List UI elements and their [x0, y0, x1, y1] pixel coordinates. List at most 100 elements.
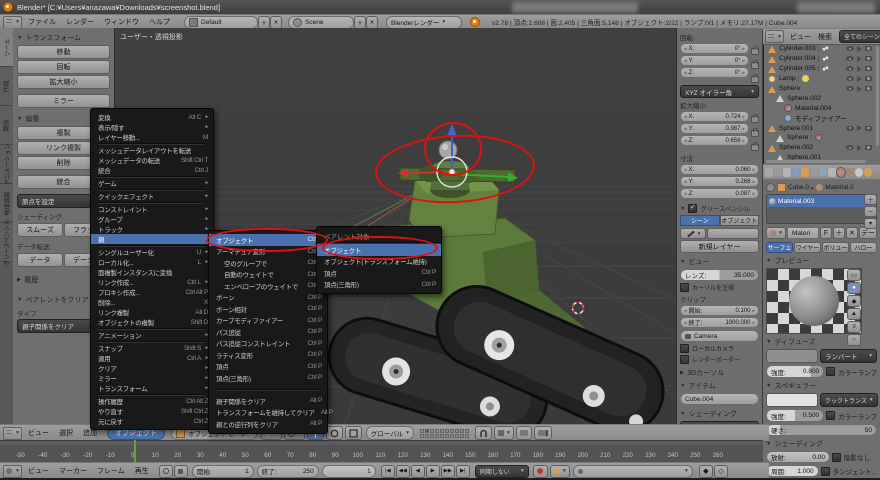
lock-icon[interactable] [751, 116, 759, 123]
breadcrumb-material[interactable]: Material.0 [825, 184, 854, 191]
scale-field[interactable]: Z:0.658 [680, 135, 749, 146]
selectable-icon[interactable] [857, 56, 862, 62]
render-icon[interactable] [865, 145, 872, 150]
orientation-dropdown[interactable]: グローバル▾ [366, 426, 414, 440]
preview-monkey-button[interactable]: ▲ [847, 308, 861, 320]
layer-cell[interactable] [430, 434, 434, 438]
render-icon[interactable] [865, 126, 872, 131]
menu-item[interactable]: 統合 Ctrl J [91, 165, 213, 175]
rotate-button[interactable]: 回転 [17, 60, 110, 74]
menu-item[interactable]: オブジェクト(トランスフォーム維持) [317, 256, 441, 268]
selectable-icon[interactable] [857, 66, 862, 72]
tool-shelf-tab[interactable]: 作成 [0, 67, 13, 106]
editor-type-button[interactable]: ▾ [3, 465, 22, 478]
close-scene-button[interactable]: ✕ [366, 16, 378, 29]
layer-cell[interactable] [435, 429, 439, 433]
dimension-field[interactable]: Z:0.087 [680, 188, 759, 199]
snap-button[interactable] [475, 426, 492, 440]
tool-shelf-tab[interactable]: グリースペンシル [0, 223, 13, 262]
translate-button[interactable]: 移動 [17, 45, 110, 59]
outliner-row[interactable]: Sphere | [765, 133, 878, 143]
disclosure-triangle-icon[interactable]: ▼ [680, 259, 685, 265]
scene-selector[interactable]: Scene [288, 16, 354, 29]
opengl-render-button[interactable] [516, 426, 532, 440]
outliner-row[interactable]: Sphere [765, 84, 878, 94]
outliner-row[interactable]: Material.004 [765, 103, 878, 113]
layer-cell[interactable] [440, 434, 444, 438]
ambient-slider[interactable]: 周囲:1.000 [766, 465, 819, 477]
render-icon[interactable] [865, 76, 872, 81]
gp-draw-tool-button[interactable]: ▾ [680, 228, 706, 239]
disclosure-triangle-icon[interactable]: ▼ [680, 411, 685, 417]
remove-slot-button[interactable]: － [864, 206, 877, 217]
menu-item[interactable]: ビュー [28, 428, 49, 438]
menu-item[interactable]: ヘルプ [149, 17, 170, 27]
tool-shelf-tab[interactable]: ツール [0, 28, 13, 67]
outliner-scrollbar[interactable] [876, 46, 879, 146]
menu-item[interactable]: フレーム [97, 466, 125, 476]
current-frame-marker[interactable] [134, 440, 136, 462]
diffuse-shader-dropdown[interactable]: ランバート▾ [820, 349, 877, 363]
specular-shader-dropdown[interactable]: クックトランス▾ [820, 393, 878, 407]
disclosure-triangle-icon[interactable]: ▼ [680, 383, 685, 389]
close-layout-button[interactable]: ✕ [270, 16, 282, 29]
clip-end-field[interactable]: 終了:1000.000 [680, 317, 759, 328]
menu-item[interactable]: オブジェクト [317, 244, 441, 256]
outliner-row[interactable]: モディファイアー [765, 113, 878, 123]
menu-item[interactable]: エンベロープのウェイトで Ctrl P [209, 280, 327, 292]
local-camera-checkbox[interactable] [680, 344, 689, 353]
menu-item[interactable]: トラック ▸ [91, 224, 213, 234]
menu-item[interactable]: ビュー [28, 466, 49, 476]
diffuse-color-swatch[interactable] [766, 349, 818, 363]
layer-cell[interactable] [445, 434, 449, 438]
outliner-row[interactable]: Sphere.001 [765, 123, 878, 133]
tool-shelf-tab[interactable]: アニメーション [0, 145, 13, 184]
lock-icon[interactable] [751, 62, 759, 69]
eye-icon[interactable] [846, 86, 854, 91]
menu-item[interactable]: アニメーション ▸ [91, 330, 213, 340]
layer-cell[interactable] [465, 434, 469, 438]
menu-item[interactable]: コンストレイント ▸ [91, 204, 213, 214]
disclosure-triangle-icon[interactable]: ▼ [17, 35, 22, 41]
menu-item[interactable]: メッシュデータの転送 Shift Ctrl T [91, 155, 213, 165]
active-item-field[interactable]: Cube.004 [680, 393, 759, 405]
layer-cell[interactable] [455, 429, 459, 433]
constraints-tab-icon[interactable] [810, 168, 818, 177]
breadcrumb-object[interactable]: Cube.0 [788, 184, 809, 191]
editor-type-button[interactable]: ▾ [765, 30, 784, 43]
layer-cell[interactable] [460, 429, 464, 433]
frame-end-field[interactable]: 終了:250 [257, 465, 319, 478]
material-name-field[interactable]: Materi [787, 227, 819, 239]
add-material-button[interactable]: ＋ [833, 227, 845, 239]
eye-icon[interactable] [846, 56, 854, 61]
world-tab-icon[interactable] [792, 168, 800, 177]
layer-cell[interactable] [450, 429, 454, 433]
layer-cell[interactable] [425, 434, 429, 438]
rotation-mode-dropdown[interactable]: XYZ オイラー角▾ [680, 85, 759, 98]
preview-flat-button[interactable]: ▭ [847, 269, 861, 281]
menu-item[interactable]: 検索 [818, 32, 832, 42]
active-keying-set-field[interactable]: ▾ [573, 465, 693, 478]
layer-cell[interactable] [445, 429, 449, 433]
menu-item[interactable]: グループ ▸ [91, 214, 213, 224]
physics-tab-icon[interactable] [864, 168, 872, 177]
rotation-field[interactable]: Y:0° [680, 55, 749, 66]
outliner-row[interactable]: Sphere.002 [765, 93, 878, 103]
render-layers-tab-icon[interactable] [774, 168, 782, 177]
outliner-row[interactable]: Sphere.002 [765, 143, 878, 153]
layer-cell[interactable] [435, 434, 439, 438]
render-icon[interactable] [865, 46, 872, 51]
menu-item[interactable]: メッシュデータレイアウトを転送 [91, 145, 213, 155]
menu-item[interactable]: 空のグループで Ctrl P [209, 257, 327, 269]
browse-material-button[interactable]: ▾ [766, 227, 786, 239]
outliner-filter-dropdown[interactable]: 全てのシーン▾ [839, 30, 880, 43]
gp-tab[interactable]: シーン [680, 215, 720, 226]
disclosure-triangle-icon[interactable]: ▼ [766, 383, 771, 389]
menu-item[interactable]: 親との逆行列をクリア Alt P [209, 418, 327, 430]
menu-item[interactable]: 面複製インスタンスに変換 [91, 267, 213, 277]
add-scene-button[interactable]: ＋ [354, 16, 366, 29]
menu-item[interactable]: クイックエフェクト ▸ [91, 191, 213, 201]
menu-item[interactable]: 親子関係をクリア Alt P [209, 395, 327, 407]
layer-cell[interactable] [420, 429, 424, 433]
menu-item[interactable]: 削除... X [91, 297, 213, 307]
